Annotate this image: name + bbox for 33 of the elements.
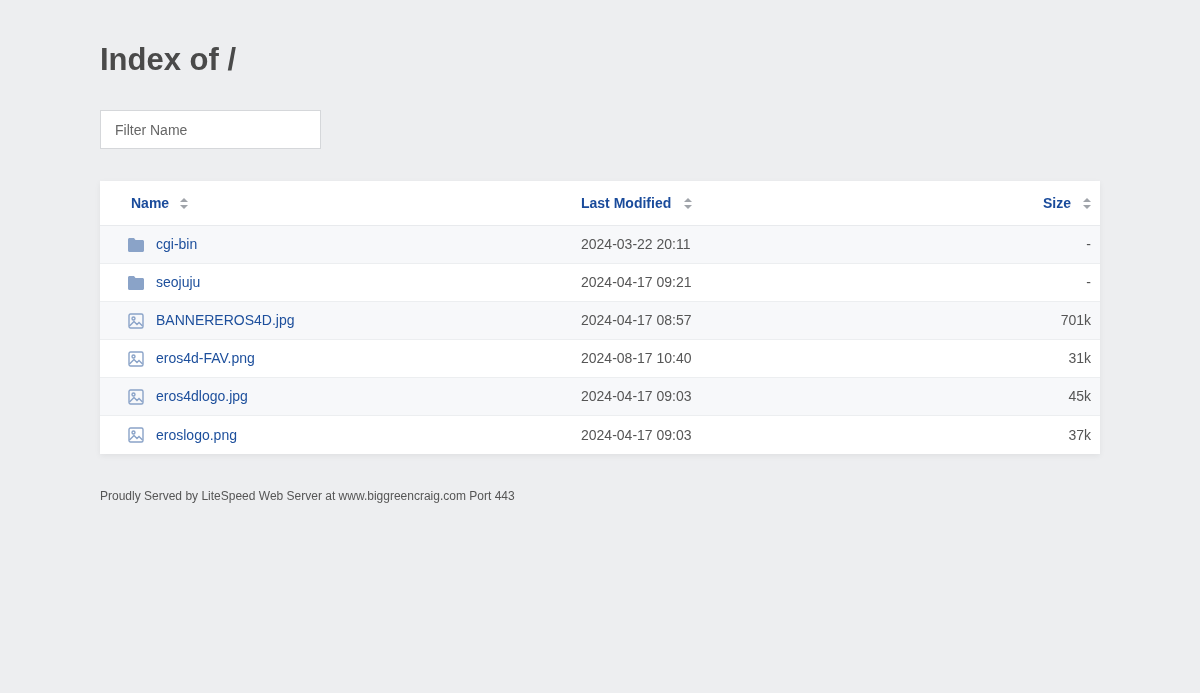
sort-icon	[684, 197, 693, 209]
file-link[interactable]: eros4d-FAV.png	[156, 348, 255, 369]
folder-icon	[128, 275, 144, 290]
column-header[interactable]: Name	[131, 192, 170, 214]
sort-icon	[1083, 197, 1091, 209]
modified-date: 2024-08-17 10:40	[581, 349, 693, 368]
file-size: -	[1085, 235, 1092, 254]
file-size: 31k	[1067, 349, 1092, 368]
file-size: 701k	[1059, 311, 1092, 330]
file-size: 37k	[1067, 425, 1092, 445]
file-size: -	[1085, 273, 1092, 292]
sort-icon	[180, 197, 189, 209]
column-header[interactable]: Last Modified	[581, 192, 672, 214]
file-link[interactable]: eroslogo.png	[156, 424, 237, 446]
folder-icon	[128, 237, 144, 252]
file-link[interactable]: eros4dlogo.jpg	[156, 386, 248, 407]
image-icon	[128, 388, 144, 405]
modified-date: 2024-03-22 20:11	[581, 235, 692, 254]
modified-date: 2024-04-17 09:03	[581, 425, 693, 445]
modified-date: 2024-04-17 09:21	[581, 273, 693, 292]
modified-date: 2024-04-17 08:57	[581, 311, 693, 330]
file-link[interactable]: seojuju	[156, 272, 201, 293]
modified-date: 2024-04-17 09:03	[581, 387, 693, 406]
image-icon	[128, 312, 144, 329]
file-link[interactable]: cgi-bin	[156, 234, 198, 255]
page-title: Index of /	[100, 41, 238, 79]
image-icon	[128, 350, 144, 367]
column-header[interactable]: Size	[1043, 192, 1071, 214]
filter-field[interactable]: Filter Name	[100, 110, 321, 149]
file-link[interactable]: BANNEREROS4D.jpg	[156, 310, 295, 331]
server-footer: Proudly Served by LiteSpeed Web Server at www.biggreencraig.com Port 443	[100, 487, 1100, 505]
file-size: 45k	[1067, 387, 1092, 406]
image-icon	[128, 427, 144, 443]
